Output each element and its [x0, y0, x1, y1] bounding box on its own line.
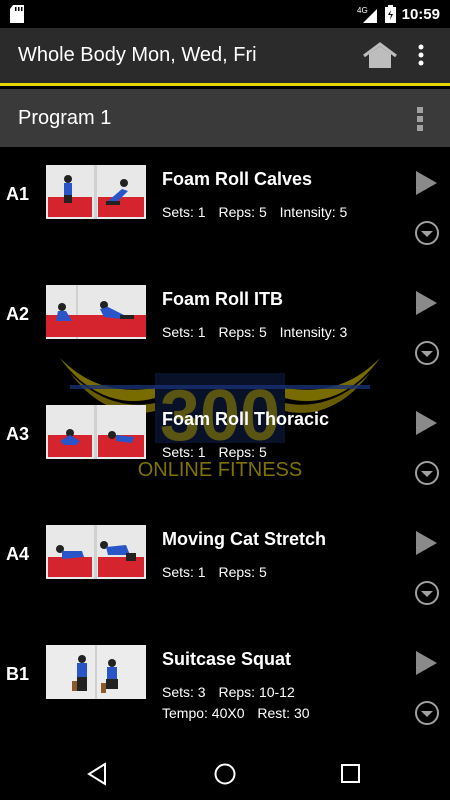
play-icon[interactable]: [414, 410, 438, 436]
expand-circle-icon[interactable]: [414, 220, 440, 246]
intensity-label: Intensity: 5: [279, 204, 348, 220]
home-nav-icon[interactable]: [213, 762, 237, 786]
exercise-code: A4: [6, 544, 30, 564]
back-icon[interactable]: [86, 762, 108, 786]
reps-label: Reps: 5: [218, 204, 267, 220]
exercise-row[interactable]: A4 Moving Cat Stretch Sets: 1 Reps: 5: [0, 508, 450, 628]
exercise-code: A2: [6, 304, 30, 324]
exercise-code: A3: [6, 424, 30, 444]
exercise-thumbnail[interactable]: [46, 285, 146, 339]
home-icon[interactable]: [362, 42, 398, 70]
program-overflow-icon[interactable]: [416, 106, 424, 132]
exercise-name: Moving Cat Stretch: [162, 529, 327, 549]
exercise-stats: Sets: 1 Reps: 5: [162, 444, 276, 460]
rest-label: Rest: 30: [257, 705, 310, 721]
play-icon[interactable]: [414, 290, 438, 316]
exercise-stats: Sets: 1 Reps: 5: [162, 564, 276, 580]
exercise-name: Suitcase Squat: [162, 649, 292, 669]
exercise-name: Foam Roll ITB: [162, 289, 283, 309]
exercise-name: Foam Roll Thoracic: [162, 409, 330, 429]
exercise-code: B1: [6, 664, 30, 684]
sets-label: Sets: 1: [162, 324, 206, 340]
exercise-row[interactable]: B1 Suitcase Squat Sets: 3 Reps: 10-12 Te…: [0, 628, 450, 748]
exercise-row[interactable]: A2 Foam Roll ITB Sets: 1 Reps: 5 Intensi…: [0, 268, 450, 388]
program-title: Program 1: [18, 107, 112, 129]
network-label: 4G: [357, 6, 368, 15]
exercise-stats: Sets: 1 Reps: 5 Intensity: 3: [162, 324, 356, 340]
sets-label: Sets: 1: [162, 204, 206, 220]
sd-card-icon: [10, 5, 24, 23]
battery-icon: [384, 5, 396, 23]
exercise-stats-secondary: Tempo: 40X0 Rest: 30: [162, 705, 319, 721]
exercise-row[interactable]: A1 Foam Roll Calves Sets: 1 Reps: 5 Inte…: [0, 148, 450, 268]
expand-circle-icon[interactable]: [414, 580, 440, 606]
program-header[interactable]: Program 1: [0, 89, 450, 147]
play-icon[interactable]: [414, 530, 438, 556]
expand-circle-icon[interactable]: [414, 460, 440, 486]
app-bar: Whole Body Mon, Wed, Fri: [0, 28, 450, 86]
signal-icon: 4G: [357, 6, 377, 23]
reps-label: Reps: 10-12: [218, 684, 295, 700]
status-bar: 4G 10:59: [0, 0, 450, 28]
exercise-thumbnail[interactable]: [46, 165, 146, 219]
sets-label: Sets: 1: [162, 444, 206, 460]
workout-title: Whole Body Mon, Wed, Fri: [18, 44, 257, 66]
exercise-row[interactable]: A3 Foam Roll Thoracic Sets: 1 Reps: 5: [0, 388, 450, 508]
exercise-name: Foam Roll Calves: [162, 169, 313, 189]
exercise-code: A1: [6, 184, 30, 204]
play-icon[interactable]: [414, 650, 438, 676]
exercise-thumbnail[interactable]: [46, 405, 146, 459]
intensity-label: Intensity: 3: [279, 324, 348, 340]
play-icon[interactable]: [414, 170, 438, 196]
exercise-thumbnail[interactable]: [46, 525, 146, 579]
exercise-list[interactable]: 300 ONLINE FITNESS A1 Foam Roll Calves S…: [0, 148, 450, 748]
system-nav-bar: [0, 748, 450, 800]
clock: 10:59: [401, 5, 440, 23]
sets-label: Sets: 3: [162, 684, 206, 700]
recents-icon[interactable]: [340, 763, 362, 785]
reps-label: Reps: 5: [218, 324, 267, 340]
overflow-menu-icon[interactable]: [418, 44, 424, 66]
exercise-stats: Sets: 3 Reps: 10-12: [162, 684, 304, 700]
sets-label: Sets: 1: [162, 564, 206, 580]
expand-circle-icon[interactable]: [414, 340, 440, 366]
reps-label: Reps: 5: [218, 564, 267, 580]
exercise-stats: Sets: 1 Reps: 5 Intensity: 5: [162, 204, 356, 220]
tempo-label: Tempo: 40X0: [162, 705, 245, 721]
exercise-thumbnail[interactable]: [46, 645, 146, 699]
expand-circle-icon[interactable]: [414, 700, 440, 726]
reps-label: Reps: 5: [218, 444, 267, 460]
